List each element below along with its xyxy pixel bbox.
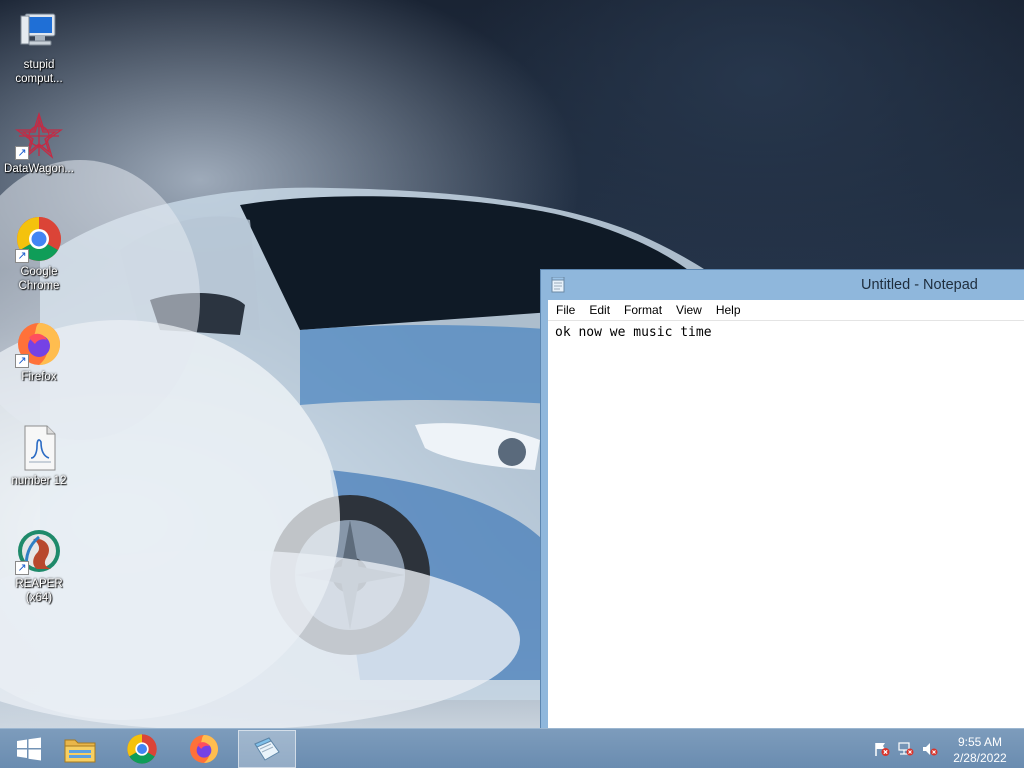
desktop-icon-datawagon[interactable]: ↗ DataWagon... (2, 111, 76, 176)
shortcut-arrow-icon: ↗ (15, 249, 29, 263)
desktop-icon-chrome[interactable]: ↗ Google Chrome (2, 215, 76, 293)
taskbar-chrome-button[interactable] (113, 730, 171, 768)
desktop-icon-reaper[interactable]: ↗ REAPER (x64) (2, 527, 76, 605)
start-button[interactable] (0, 730, 58, 768)
window-title: Untitled - Notepad (861, 277, 978, 293)
firefox-icon: ↗ (15, 320, 63, 368)
desktop-icon-firefox[interactable]: ↗ Firefox (2, 320, 76, 384)
taskbar-firefox-button[interactable] (175, 730, 233, 768)
menu-format[interactable]: Format (617, 303, 669, 317)
desktop-icon-label: Google Chrome (18, 266, 60, 292)
desktop-icon-number-12[interactable]: number 12 (2, 424, 76, 488)
menu-file[interactable]: File (549, 303, 582, 317)
taskbar: 9:55 AM 2/28/2022 (0, 728, 1024, 768)
clock-time: 9:55 AM (957, 735, 1003, 749)
desktop-icon-computer[interactable]: stupid comput... (2, 8, 76, 86)
desktop-icon-label: Firefox (21, 371, 57, 383)
firefox-icon (190, 735, 218, 763)
shortcut-arrow-icon: ↗ (15, 354, 29, 368)
menu-view[interactable]: View (669, 303, 709, 317)
computer-icon (15, 8, 63, 56)
shortcut-arrow-icon: ↗ (15, 146, 29, 160)
menu-help[interactable]: Help (709, 303, 748, 317)
datawagon-icon: ↗ (14, 111, 64, 160)
desktop-icon-label: DataWagon... (4, 163, 74, 175)
chrome-icon: ↗ (15, 215, 63, 263)
notepad-client-area: File Edit Format View Help ok now we mus… (548, 300, 1024, 738)
shortcut-arrow-icon: ↗ (15, 561, 29, 575)
windows-start-icon (17, 737, 41, 761)
action-center-flag-icon[interactable] (874, 742, 890, 756)
notepad-window[interactable]: Untitled - Notepad File Edit Format View… (540, 269, 1024, 739)
desktop-icon-label: REAPER (x64) (15, 578, 63, 604)
audio-file-icon (15, 424, 63, 472)
text-editor-area[interactable]: ok now we music time (548, 321, 1024, 344)
system-clock[interactable]: 9:55 AM 2/28/2022 (940, 734, 1020, 766)
network-icon[interactable] (898, 742, 914, 756)
taskbar-notepad-button[interactable] (238, 730, 296, 768)
notepad-icon (551, 276, 565, 298)
file-explorer-icon (64, 739, 96, 763)
desktop-icon-label: number 12 (11, 475, 67, 487)
volume-muted-icon[interactable] (922, 742, 938, 756)
clock-date: 2/28/2022 (953, 751, 1007, 765)
desktop-icon-label: stupid comput... (15, 59, 63, 85)
notepad-icon (254, 737, 280, 761)
taskbar-file-explorer-button[interactable] (51, 730, 109, 768)
menu-bar: File Edit Format View Help (548, 300, 1024, 321)
menu-edit[interactable]: Edit (582, 303, 617, 317)
notepad-title-bar[interactable]: Untitled - Notepad (541, 270, 1024, 300)
reaper-icon: ↗ (15, 527, 63, 575)
chrome-icon (127, 734, 157, 764)
